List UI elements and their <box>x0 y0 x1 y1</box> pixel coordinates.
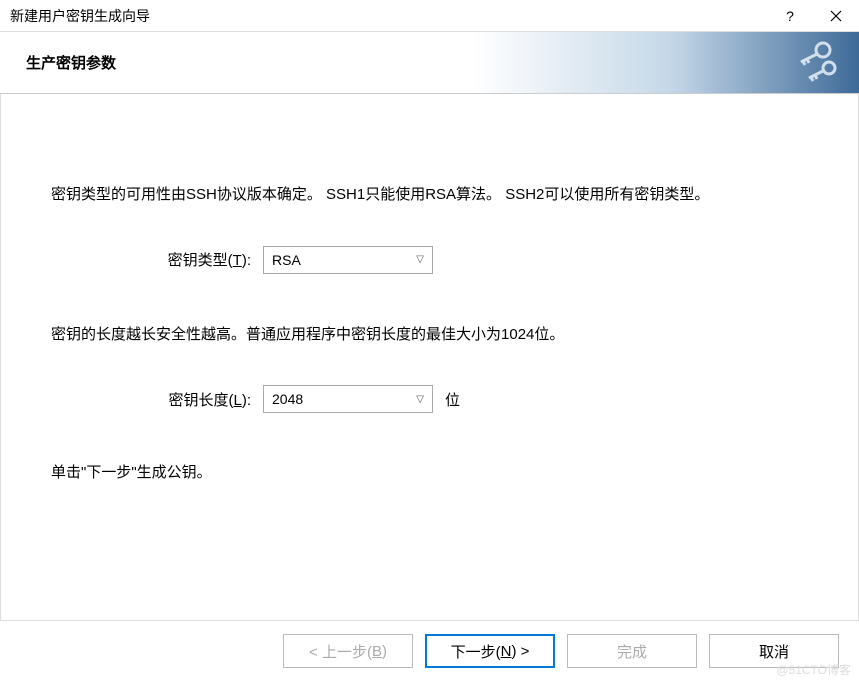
key-length-row: 密钥长度(L): 2048 ▽ 位 <box>51 385 808 413</box>
key-length-unit: 位 <box>445 389 460 410</box>
close-button[interactable] <box>813 0 859 31</box>
next-button[interactable]: 下一步(N) > <box>425 634 555 668</box>
key-type-row: 密钥类型(T): RSA ▽ <box>51 246 808 274</box>
titlebar-controls: ? <box>767 0 859 31</box>
window-title: 新建用户密钥生成向导 <box>10 6 767 26</box>
close-icon <box>830 10 842 22</box>
next-step-hint: 单击"下一步"生成公钥。 <box>51 461 808 482</box>
help-button[interactable]: ? <box>767 0 813 31</box>
button-bar: < 上一步(B) 下一步(N) > 完成 取消 <box>0 621 859 681</box>
key-type-value: RSA <box>272 252 301 268</box>
key-type-select[interactable]: RSA ▽ <box>263 246 433 274</box>
key-length-description: 密钥的长度越长安全性越高。普通应用程序中密钥长度的最佳大小为1024位。 <box>51 322 808 348</box>
key-length-label: 密钥长度(L): <box>151 389 263 410</box>
content-area: 密钥类型的可用性由SSH协议版本确定。 SSH1只能使用RSA算法。 SSH2可… <box>0 94 859 621</box>
key-type-description: 密钥类型的可用性由SSH协议版本确定。 SSH1只能使用RSA算法。 SSH2可… <box>51 182 808 208</box>
watermark: @51CTO博客 <box>776 661 851 678</box>
finish-button: 完成 <box>567 634 697 668</box>
back-button: < 上一步(B) <box>283 634 413 668</box>
keys-icon <box>771 40 841 86</box>
header-banner: 生产密钥参数 <box>0 32 859 94</box>
key-length-select[interactable]: 2048 ▽ <box>263 385 433 413</box>
chevron-down-icon: ▽ <box>416 254 424 265</box>
key-length-value: 2048 <box>272 391 303 407</box>
titlebar: 新建用户密钥生成向导 ? <box>0 0 859 32</box>
page-title: 生产密钥参数 <box>26 52 116 73</box>
chevron-down-icon: ▽ <box>416 394 424 405</box>
key-type-label: 密钥类型(T): <box>151 249 263 270</box>
